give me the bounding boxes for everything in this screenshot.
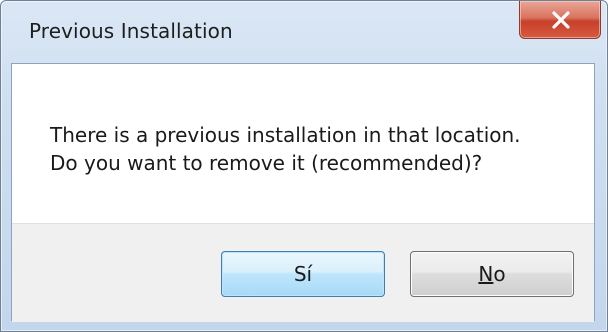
- window-title: Previous Installation: [29, 19, 233, 43]
- message-line-1: There is a previous installation in that…: [50, 123, 521, 147]
- close-icon: [552, 11, 570, 29]
- yes-button-label: Sí: [293, 262, 313, 286]
- yes-button[interactable]: Sí: [221, 251, 385, 297]
- message-text: There is a previous installation in that…: [50, 121, 521, 177]
- no-button[interactable]: No: [410, 251, 574, 297]
- no-button-mnemonic: N: [478, 262, 494, 286]
- no-button-label: o: [493, 262, 506, 286]
- dialog-content: There is a previous installation in that…: [11, 63, 595, 322]
- close-button[interactable]: [519, 1, 601, 39]
- message-line-2: Do you want to remove it (recommended)?: [50, 151, 483, 175]
- dialog-window: Previous Installation There is a previou…: [0, 0, 608, 332]
- button-bar: Sí No: [12, 223, 594, 322]
- title-bar[interactable]: Previous Installation: [1, 1, 607, 63]
